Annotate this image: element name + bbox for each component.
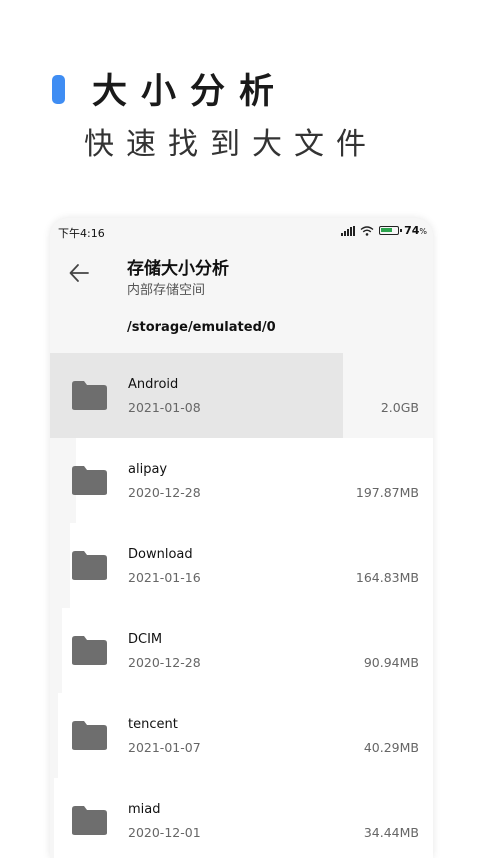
list-item[interactable]: tencent 2021-01-07 40.29MB xyxy=(58,693,433,778)
accent-bar xyxy=(52,75,65,104)
item-date: 2020-12-28 xyxy=(128,485,201,500)
item-name: miad xyxy=(128,802,161,817)
folder-icon xyxy=(72,551,107,580)
item-size: 2.0GB xyxy=(380,400,419,415)
item-name: tencent xyxy=(128,717,178,732)
promo-title: 大小分析 xyxy=(92,71,289,112)
promo-subtitle: 快速找到大文件 xyxy=(84,127,378,162)
item-name: alipay xyxy=(128,462,168,477)
item-size: 34.44MB xyxy=(363,825,419,840)
status-bar: 下午4:16 74% xyxy=(50,218,433,244)
app-header: 存储大小分析 内部存储空间 xyxy=(50,244,433,306)
page-subtitle: 内部存储空间 xyxy=(127,283,206,298)
item-date: 2020-12-28 xyxy=(128,655,201,670)
status-icons: 74% xyxy=(341,224,427,237)
folder-icon xyxy=(72,721,107,750)
folder-icon xyxy=(72,806,107,835)
item-size: 90.94MB xyxy=(363,655,419,670)
list-item[interactable]: Download 2021-01-16 164.83MB xyxy=(70,523,433,608)
item-date: 2021-01-08 xyxy=(128,400,201,415)
item-size: 164.83MB xyxy=(355,570,419,585)
folder-icon xyxy=(72,381,107,410)
list-item[interactable]: miad 2020-12-01 34.44MB xyxy=(54,778,433,858)
promo-banner: 大小分析 快速找到大文件 xyxy=(0,0,484,210)
status-time: 下午4:16 xyxy=(58,227,105,240)
battery-level: 74% xyxy=(404,224,427,237)
folder-icon xyxy=(72,636,107,665)
item-size: 40.29MB xyxy=(363,740,419,755)
signal-icon xyxy=(341,225,356,236)
item-size: 197.87MB xyxy=(355,485,419,500)
wifi-icon xyxy=(360,225,374,236)
item-name: Android xyxy=(128,377,179,392)
folder-icon xyxy=(72,466,107,495)
back-arrow-icon[interactable] xyxy=(68,262,90,284)
item-date: 2020-12-01 xyxy=(128,825,201,840)
current-path: /storage/emulated/0 xyxy=(127,320,276,335)
item-date: 2021-01-07 xyxy=(128,740,201,755)
item-name: DCIM xyxy=(128,632,163,647)
list-item[interactable]: DCIM 2020-12-28 90.94MB xyxy=(62,608,433,693)
page-title: 存储大小分析 xyxy=(127,259,229,279)
item-date: 2021-01-16 xyxy=(128,570,201,585)
list-item[interactable]: alipay 2020-12-28 197.87MB xyxy=(72,438,433,523)
list-item[interactable]: Android 2021-01-08 2.0GB xyxy=(50,353,419,438)
item-name: Download xyxy=(128,547,193,562)
phone-screen: 下午4:16 74% 存储大小分析 内部存储空间 /storage/emulat… xyxy=(50,218,433,858)
battery-icon xyxy=(379,226,403,235)
